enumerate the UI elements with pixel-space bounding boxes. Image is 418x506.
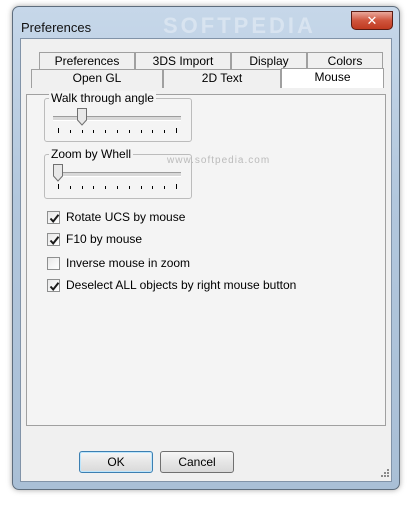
checkbox[interactable] bbox=[47, 232, 60, 246]
preferences-window: Preferences SOFTPEDIA ✕ Preferences 3DS … bbox=[12, 6, 400, 490]
slider-tick bbox=[140, 186, 142, 189]
tab-label: 2D Text bbox=[201, 71, 243, 85]
tab-3ds-import[interactable]: 3DS Import bbox=[135, 52, 231, 70]
watermark-logo: SOFTPEDIA bbox=[163, 13, 316, 38]
option-inverse-mouse-zoom[interactable]: Inverse mouse in zoom bbox=[47, 255, 190, 271]
slider-tick bbox=[152, 186, 154, 189]
slider-track bbox=[53, 116, 181, 121]
checkbox[interactable] bbox=[47, 256, 60, 270]
slider-tick bbox=[164, 186, 166, 189]
checkmark-icon bbox=[49, 213, 60, 223]
tab-label: 3DS Import bbox=[152, 54, 214, 68]
close-icon: ✕ bbox=[366, 13, 378, 28]
slider-tick bbox=[81, 186, 83, 189]
checkbox[interactable] bbox=[47, 278, 60, 292]
tab-label: Open GL bbox=[72, 71, 122, 85]
checkbox[interactable] bbox=[47, 210, 60, 224]
slider-tick bbox=[176, 128, 177, 133]
tab-label: Preferences bbox=[54, 54, 120, 68]
option-label: F10 by mouse bbox=[66, 232, 143, 246]
tab-label: Display bbox=[249, 54, 289, 68]
slider-tick bbox=[176, 184, 177, 189]
tab-2d-text[interactable]: 2D Text bbox=[163, 69, 281, 88]
ok-button[interactable]: OK bbox=[79, 451, 153, 473]
resize-grip-icon[interactable] bbox=[378, 468, 390, 480]
group-label: Zoom by Whell bbox=[49, 147, 134, 161]
slider-tick bbox=[105, 186, 107, 189]
zoom-by-wheel-slider[interactable] bbox=[49, 163, 185, 195]
dialog-client-area: Preferences 3DS Import Display Colors Op… bbox=[20, 38, 392, 482]
slider-tick bbox=[69, 186, 71, 189]
slider-tick bbox=[117, 130, 118, 133]
title-bar[interactable]: Preferences SOFTPEDIA ✕ bbox=[13, 7, 399, 38]
slider-tick bbox=[69, 130, 71, 133]
slider-thumb[interactable] bbox=[53, 164, 63, 182]
slider-tick bbox=[117, 186, 118, 189]
cancel-button[interactable]: Cancel bbox=[160, 451, 234, 473]
slider-tick bbox=[93, 186, 95, 189]
tab-label: Mouse bbox=[314, 70, 351, 84]
tab-label: Colors bbox=[327, 54, 363, 68]
option-f10-by-mouse[interactable]: F10 by mouse bbox=[47, 231, 142, 247]
slider-tick bbox=[128, 130, 130, 133]
slider-tick bbox=[152, 130, 154, 133]
mouse-tab-panel: www.softpedia.com Walk through angle Zoo… bbox=[26, 91, 386, 426]
window-title: Preferences bbox=[21, 20, 92, 35]
tab-preferences[interactable]: Preferences bbox=[39, 52, 135, 70]
slider-tick bbox=[58, 128, 59, 133]
option-rotate-ucs[interactable]: Rotate UCS by mouse bbox=[47, 209, 185, 225]
tab-open-gl[interactable]: Open GL bbox=[31, 69, 163, 88]
checkmark-icon bbox=[49, 281, 60, 291]
option-label: Rotate UCS by mouse bbox=[66, 210, 186, 224]
zoom-by-wheel-group: Zoom by Whell bbox=[44, 147, 192, 199]
checkmark-icon bbox=[49, 235, 60, 245]
walk-through-angle-slider[interactable] bbox=[49, 107, 185, 139]
option-label: Inverse mouse in zoom bbox=[66, 256, 191, 270]
slider-tick bbox=[93, 130, 95, 133]
option-label: Deselect ALL objects by right mouse butt… bbox=[66, 278, 297, 292]
option-deselect-all-right-button[interactable]: Deselect ALL objects by right mouse butt… bbox=[47, 277, 296, 293]
slider-thumb[interactable] bbox=[76, 108, 87, 126]
slider-tick bbox=[105, 130, 107, 133]
slider-tick bbox=[58, 184, 59, 189]
slider-tick bbox=[164, 130, 166, 133]
close-button[interactable]: ✕ bbox=[351, 11, 393, 30]
slider-tick bbox=[140, 130, 142, 133]
slider-track bbox=[53, 172, 181, 177]
group-label: Walk through angle bbox=[49, 91, 156, 105]
slider-tick bbox=[128, 186, 130, 189]
slider-tick bbox=[81, 130, 83, 133]
tab-mouse[interactable]: Mouse bbox=[281, 68, 384, 88]
walk-through-angle-group: Walk through angle bbox=[44, 91, 192, 142]
